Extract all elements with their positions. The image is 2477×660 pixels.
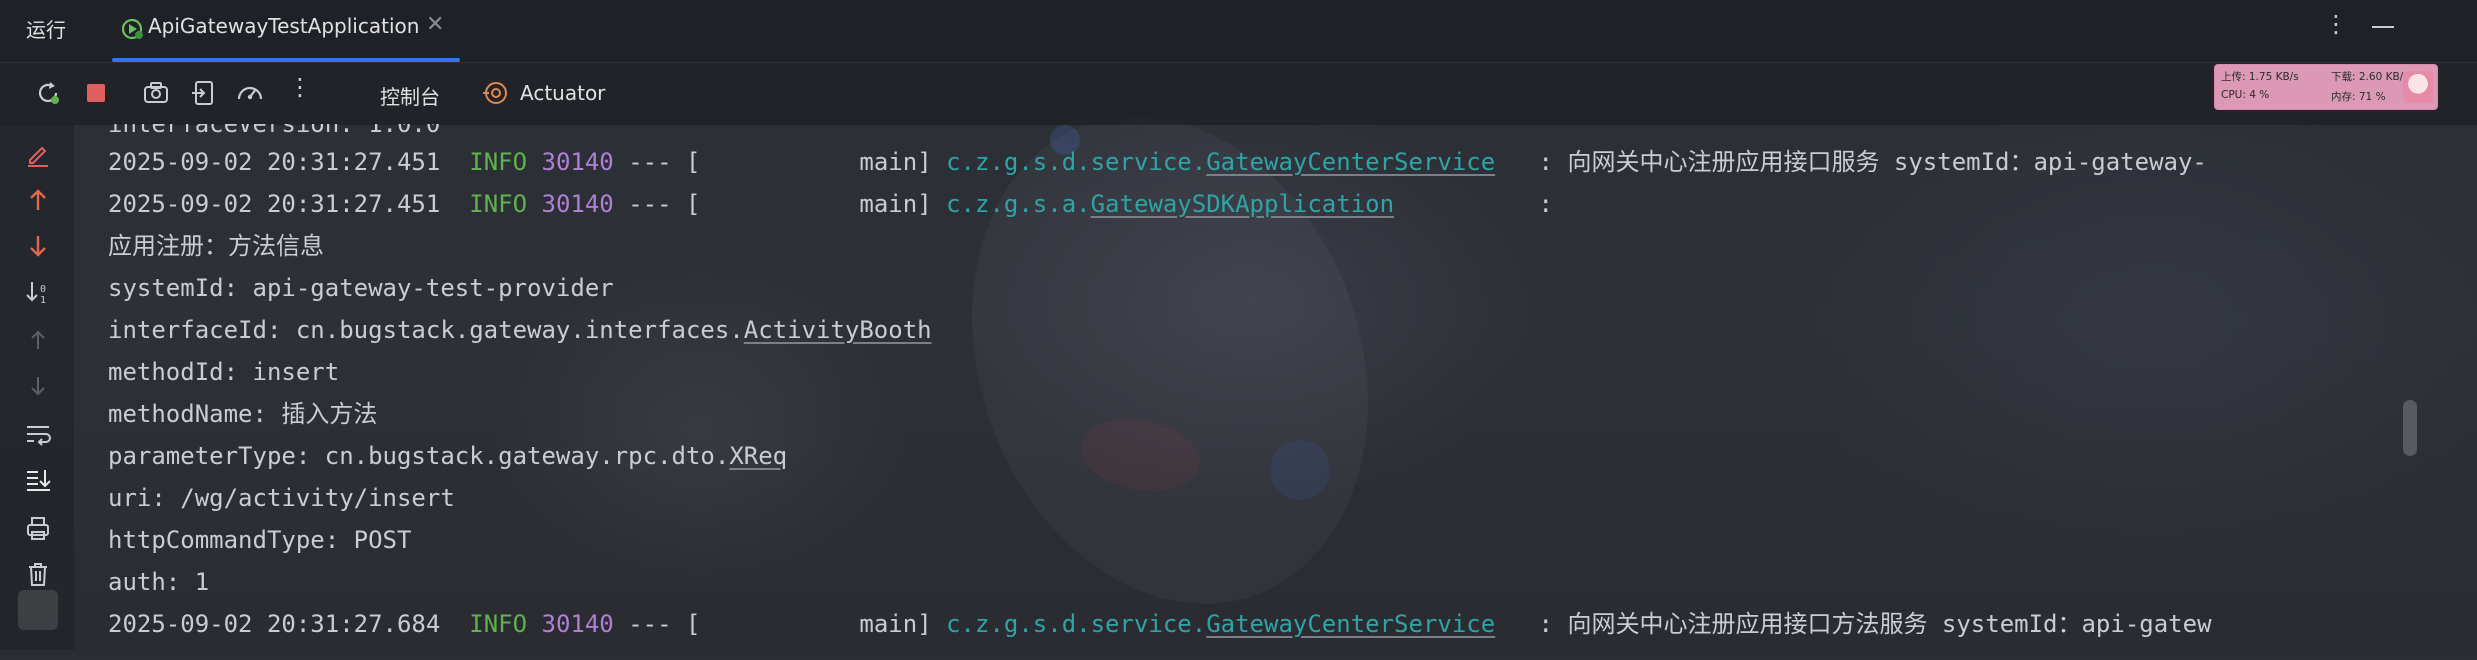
parameter-class-link[interactable]: XReq	[729, 442, 787, 470]
console-side-toolbar: 0 1	[0, 124, 74, 650]
soft-wrap-icon[interactable]	[22, 418, 54, 450]
close-icon[interactable]: ✕	[426, 12, 444, 37]
more-options-icon[interactable]: ⋮	[2324, 10, 2348, 38]
log-pid: 30140	[541, 610, 614, 638]
console-output[interactable]: interfaceVersion: 1.0.0 2025-09-02 20:31…	[74, 124, 2416, 650]
tab-console[interactable]: 控制台	[380, 81, 440, 110]
log-level: INFO	[469, 610, 528, 638]
log-timestamp: 2025-09-02 20:31:27.451	[108, 148, 441, 176]
log-thread: main]	[859, 190, 932, 218]
log-timestamp: 2025-09-02 20:31:27.684	[108, 610, 441, 638]
log-pid: 30140	[541, 148, 614, 176]
parameter-type-prefix: parameterType: cn.bugstack.gateway.rpc.d…	[108, 442, 730, 470]
upload-speed: 上传: 1.75 KB/s	[2221, 71, 2299, 83]
log-line: 2025-09-02 20:31:27.451 INFO 30140 --- […	[108, 142, 2207, 182]
run-toolbar: ⋮ 控制台 Actuator	[0, 62, 2477, 125]
performance-monitor-widget: 上传: 1.75 KB/s 下载: 2.60 KB/s CPU: 4 % 内存:…	[2214, 64, 2438, 110]
widget-avatar	[2403, 71, 2433, 103]
scroll-to-end-icon[interactable]	[22, 464, 54, 496]
log-separator: --- [	[628, 610, 701, 638]
log-pid: 30140	[541, 190, 614, 218]
log-logger-class-link[interactable]: GatewayCenterService	[1206, 610, 1495, 638]
log-line: 2025-09-02 20:31:27.684 INFO 30140 --- […	[108, 604, 2212, 644]
console-line-method-id: methodId: insert	[108, 358, 340, 386]
console-line-method-name: methodName: 插入方法	[108, 400, 378, 428]
log-logger-prefix: c.z.g.s.d.service.	[946, 610, 1207, 638]
log-logger-prefix: c.z.g.s.d.service.	[946, 148, 1207, 176]
log-separator: --- [	[628, 148, 701, 176]
rerun-icon[interactable]	[32, 77, 64, 109]
tab-actuator[interactable]: Actuator	[520, 81, 605, 105]
dashboard-icon[interactable]	[234, 77, 266, 109]
log-thread: main]	[859, 148, 932, 176]
console-line-system-id: systemId: api-gateway-test-provider	[108, 274, 614, 302]
console-line-interface-id: interfaceId: cn.bugstack.gateway.interfa…	[108, 310, 932, 350]
tab-api-gateway-test-application[interactable]: ApiGatewayTestApplication ✕	[112, 0, 460, 62]
svg-text:0: 0	[40, 284, 46, 295]
spring-run-config-icon	[121, 18, 143, 40]
down-disabled-icon	[31, 377, 45, 396]
trash-icon[interactable]	[22, 558, 54, 590]
clear-highlight-pencil-icon[interactable]	[22, 138, 54, 170]
console-line-auth: auth: 1	[108, 568, 210, 596]
stop-icon[interactable]	[80, 77, 112, 109]
arrow-down-icon[interactable]	[22, 230, 54, 262]
svg-text:1: 1	[40, 295, 46, 306]
log-logger-class-link[interactable]: GatewayCenterService	[1206, 148, 1495, 176]
log-line: 2025-09-02 20:31:27.451 INFO 30140 --- […	[108, 184, 1553, 224]
download-speed: 下载: 2.60 KB/s	[2331, 71, 2409, 83]
arrow-up-icon[interactable]	[22, 184, 54, 216]
interface-class-link[interactable]: ActivityBooth	[744, 316, 932, 344]
sort-down-icon[interactable]: 0 1	[22, 276, 54, 308]
log-separator: --- [	[628, 190, 701, 218]
up-disabled-icon	[31, 330, 45, 349]
log-message: : 向网关中心注册应用接口服务 systemId：api-gateway-	[1538, 148, 2207, 176]
log-logger-class-link[interactable]: GatewaySDKApplication	[1091, 190, 1394, 218]
console-line-cut: interfaceVersion: 1.0.0	[108, 124, 441, 138]
vertical-scrollbar-thumb[interactable]	[2403, 400, 2417, 456]
tab-label: ApiGatewayTestApplication	[148, 14, 420, 38]
cpu-usage: CPU: 4 %	[2221, 89, 2270, 101]
memory-usage: 内存: 71 %	[2331, 91, 2386, 103]
log-level: INFO	[469, 148, 528, 176]
console-line-parameter-type: parameterType: cn.bugstack.gateway.rpc.d…	[108, 436, 787, 476]
interface-id-prefix: interfaceId: cn.bugstack.gateway.interfa…	[108, 316, 744, 344]
log-message: :	[1538, 190, 1553, 218]
log-logger-prefix: c.z.g.s.a.	[946, 190, 1091, 218]
scroll-to-end-active-bg	[18, 590, 58, 630]
run-tool-window-header: 运行 ApiGatewayTestApplication ✕ ⋮	[0, 0, 2477, 62]
camera-icon[interactable]	[140, 77, 172, 109]
actuator-icon	[483, 82, 507, 104]
print-icon[interactable]	[22, 512, 54, 544]
log-timestamp: 2025-09-02 20:31:27.451	[108, 190, 441, 218]
console-line-uri: uri: /wg/activity/insert	[108, 484, 455, 512]
console-line-register-title: 应用注册：方法信息	[108, 232, 324, 260]
minimize-icon[interactable]	[2368, 10, 2398, 40]
log-level: INFO	[469, 190, 528, 218]
log-thread: main]	[859, 610, 932, 638]
more-actions-icon[interactable]: ⋮	[288, 73, 320, 105]
log-message: : 向网关中心注册应用接口方法服务 systemId：api-gatew	[1538, 610, 2212, 638]
run-tool-window-title: 运行	[26, 18, 66, 42]
exit-icon[interactable]	[188, 77, 220, 109]
console-line-http-command-type: httpCommandType: POST	[108, 526, 412, 554]
